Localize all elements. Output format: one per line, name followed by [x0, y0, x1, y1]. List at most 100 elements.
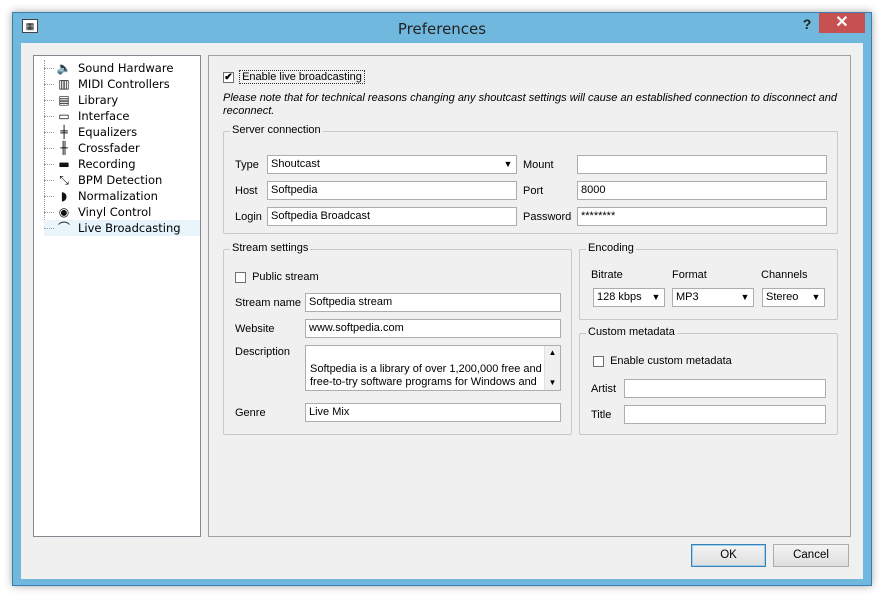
tree-connector: [44, 83, 54, 85]
equalizer-icon: ╪: [60, 125, 68, 139]
mount-field[interactable]: [577, 155, 827, 174]
custom-metadata-group: Custom metadata Enable custom metadata A…: [579, 326, 838, 435]
tree-connector: [44, 115, 54, 117]
tree-item-label: Sound Hardware: [78, 61, 174, 75]
tree-item[interactable]: ◉ Vinyl Control: [44, 204, 200, 220]
host-field[interactable]: Softpedia: [267, 181, 517, 200]
artist-label: Artist: [591, 383, 617, 395]
tree-item[interactable]: ▭ Interface: [44, 108, 200, 124]
enable-custom-metadata-label[interactable]: Enable custom metadata: [610, 355, 732, 367]
stream-settings-group: Stream settings Public stream Stream nam…: [223, 242, 572, 435]
password-label: Password: [523, 211, 572, 223]
tree-item[interactable]: ╪ Equalizers: [44, 124, 200, 140]
login-label: Login: [235, 211, 262, 223]
login-field[interactable]: Softpedia Broadcast: [267, 207, 517, 226]
title-label: Title: [591, 409, 612, 421]
channels-label: Channels: [761, 269, 808, 281]
tree-connector: [44, 163, 54, 165]
tree-item[interactable]: ◗ Normalization: [44, 188, 200, 204]
tree-item-label: Crossfader: [78, 141, 140, 155]
tree-item[interactable]: ╫ Crossfader: [44, 140, 200, 156]
channels-combobox[interactable]: Stereo ▼: [762, 288, 825, 307]
preferences-window: ▦ Preferences ? ✕ 🔈 Sound Hardware ▥ MIDI C…: [12, 12, 872, 586]
custom-metadata-title: Custom metadata: [586, 326, 677, 338]
tree-item[interactable]: ⤡ BPM Detection: [44, 172, 200, 188]
dialog-client: 🔈 Sound Hardware ▥ MIDI Controllers ▤ Library…: [21, 43, 863, 579]
bitrate-label: Bitrate: [591, 269, 623, 281]
server-connection-group: Server connection Type Shoutcast ▼ Host …: [223, 124, 838, 234]
stream-settings-title: Stream settings: [230, 242, 311, 254]
tree-item-label: Equalizers: [78, 125, 138, 139]
port-label: Port: [523, 185, 544, 197]
enable-live-broadcasting-row[interactable]: ✔ Enable live broadcasting: [223, 70, 365, 84]
format-label: Format: [672, 269, 707, 281]
chevron-down-icon: ▼: [651, 292, 661, 302]
tree-item-label: MIDI Controllers: [78, 77, 170, 91]
preferences-tree[interactable]: 🔈 Sound Hardware ▥ MIDI Controllers ▤ Library…: [33, 55, 201, 537]
enable-custom-metadata-row[interactable]: Enable custom metadata: [593, 355, 732, 367]
help-button[interactable]: ?: [796, 14, 818, 34]
encoding-group: Encoding Bitrate 128 kbps ▼ Format MP3 ▼…: [579, 242, 838, 320]
tree-connector: [44, 67, 54, 69]
tree-connector: [44, 179, 54, 181]
public-stream-checkbox[interactable]: [235, 271, 246, 283]
type-label: Type: [235, 159, 259, 171]
enable-live-broadcasting-checkbox[interactable]: ✔: [223, 71, 234, 83]
tree-connector: [44, 147, 54, 149]
tree-item[interactable]: ▬ Recording: [44, 156, 200, 172]
format-combobox[interactable]: MP3 ▼: [672, 288, 754, 307]
scroll-down-icon[interactable]: ▼: [545, 376, 560, 390]
password-field[interactable]: ********: [577, 207, 827, 226]
port-field[interactable]: 8000: [577, 181, 827, 200]
tree-item[interactable]: 🔈 Sound Hardware: [44, 60, 200, 76]
window-title: Preferences: [397, 20, 487, 38]
bitrate-combobox[interactable]: 128 kbps ▼: [593, 288, 665, 307]
tree-item[interactable]: ⌒ Live Broadcasting: [44, 220, 200, 236]
chevron-down-icon: ▼: [740, 292, 750, 302]
artist-field[interactable]: [624, 379, 826, 398]
website-label: Website: [235, 323, 275, 335]
enable-custom-metadata-checkbox[interactable]: [593, 355, 604, 367]
stream-name-label: Stream name: [235, 297, 302, 309]
midi-keyboard-icon: ▥: [58, 77, 70, 91]
enable-live-broadcasting-label[interactable]: Enable live broadcasting: [239, 70, 365, 84]
scroll-up-icon[interactable]: ▲: [545, 346, 560, 360]
bitrate-value: 128 kbps: [597, 291, 642, 303]
type-combobox[interactable]: Shoutcast ▼: [267, 155, 517, 174]
website-field[interactable]: www.softpedia.com: [305, 319, 561, 338]
recording-icon: ▬: [58, 157, 70, 171]
title-field[interactable]: [624, 405, 826, 424]
tree-item[interactable]: ▤ Library: [44, 92, 200, 108]
description-textarea[interactable]: Softpedia is a library of over 1,200,000…: [305, 345, 561, 391]
stream-name-field[interactable]: Softpedia stream: [305, 293, 561, 312]
tree-item-label: Live Broadcasting: [78, 221, 181, 235]
channels-value: Stereo: [766, 291, 799, 303]
public-stream-row[interactable]: Public stream: [235, 271, 319, 283]
description-text: Softpedia is a library of over 1,200,000…: [310, 363, 542, 390]
ok-button[interactable]: OK: [691, 544, 766, 567]
genre-field[interactable]: Live Mix: [305, 403, 561, 422]
close-button[interactable]: ✕: [819, 13, 865, 33]
tree-item[interactable]: ▥ MIDI Controllers: [44, 76, 200, 92]
normalization-icon: ◗: [60, 189, 68, 203]
tree-item-label: Vinyl Control: [78, 205, 152, 219]
chevron-down-icon: ▼: [503, 159, 513, 169]
public-stream-label[interactable]: Public stream: [252, 271, 319, 283]
note-text: Please note that for technical reasons c…: [223, 92, 837, 117]
tree-item-label: Library: [78, 93, 119, 107]
format-value: MP3: [676, 291, 699, 303]
title-bar[interactable]: ▦ Preferences ? ✕: [13, 13, 871, 43]
tree-connector: [44, 99, 54, 101]
description-scrollbar[interactable]: ▲ ▼: [544, 346, 560, 390]
live-broadcasting-panel: ✔ Enable live broadcasting Please note t…: [208, 55, 851, 537]
cancel-button[interactable]: Cancel: [773, 544, 849, 567]
tree-connector: [44, 195, 54, 197]
speaker-icon: 🔈: [56, 61, 72, 75]
tree-connector: [44, 211, 54, 213]
bpm-icon: ⤡: [59, 173, 69, 187]
tree-item-label: Interface: [78, 109, 130, 123]
tree-connector: [44, 131, 54, 133]
server-connection-title: Server connection: [230, 124, 323, 136]
crossfader-icon: ╫: [60, 141, 68, 155]
tree-item-label: Normalization: [78, 189, 158, 203]
